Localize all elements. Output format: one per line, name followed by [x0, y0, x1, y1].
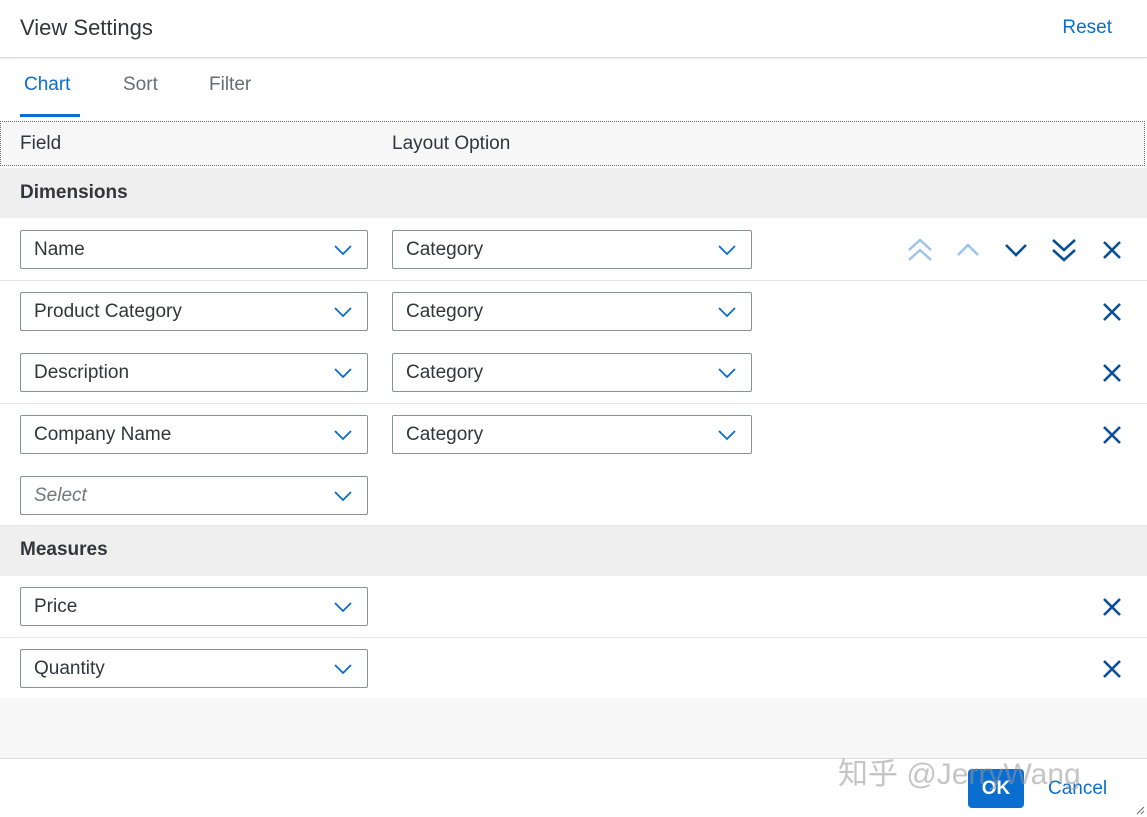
remove-icon[interactable]: [1098, 359, 1126, 387]
tab-filter[interactable]: Filter: [209, 74, 251, 96]
column-header-field: Field: [20, 133, 62, 154]
tab-sort[interactable]: Sort: [123, 74, 158, 96]
tab-chart[interactable]: Chart: [24, 74, 70, 96]
field-select-value: Name: [34, 239, 85, 260]
remove-icon[interactable]: [1098, 298, 1126, 326]
layout-option-value: Category: [406, 424, 484, 445]
chevron-down-icon: [334, 491, 352, 502]
layout-option-value: Category: [406, 301, 484, 322]
chevron-down-icon: [718, 368, 736, 379]
dimension-row-new: Select: [0, 465, 1147, 526]
ok-button[interactable]: OK: [968, 769, 1024, 808]
column-header-layout-option: Layout Option: [392, 133, 511, 154]
remove-icon[interactable]: [1098, 593, 1126, 621]
dialog-header: View Settings Reset: [0, 0, 1147, 58]
dimension-row: Product Category Category: [0, 281, 1147, 343]
measure-row: Price: [0, 576, 1147, 638]
chevron-down-icon: [334, 664, 352, 675]
group-label: Dimensions: [20, 182, 128, 203]
remove-icon[interactable]: [1098, 655, 1126, 683]
field-select[interactable]: Price: [20, 587, 368, 626]
field-select-value: Price: [34, 596, 78, 617]
move-down-icon[interactable]: [1002, 236, 1030, 264]
move-up-icon[interactable]: [954, 236, 982, 264]
field-select[interactable]: Description: [20, 353, 368, 392]
measure-row: Quantity: [0, 638, 1147, 698]
chevron-down-icon: [334, 368, 352, 379]
chevron-down-icon: [718, 245, 736, 256]
select-placeholder: Select: [34, 485, 87, 506]
chevron-down-icon: [334, 307, 352, 318]
chevron-down-icon: [334, 602, 352, 613]
resize-handle-icon[interactable]: [1135, 805, 1145, 815]
field-select[interactable]: Name: [20, 230, 368, 269]
reset-button[interactable]: Reset: [1062, 17, 1112, 39]
layout-option-select[interactable]: Category: [392, 415, 752, 454]
tab-bar: Chart Sort Filter: [0, 58, 1147, 120]
chevron-down-icon: [334, 245, 352, 256]
layout-option-select[interactable]: Category: [392, 353, 752, 392]
field-select[interactable]: Company Name: [20, 415, 368, 454]
group-header-dimensions: Dimensions: [0, 168, 1147, 218]
layout-option-select[interactable]: Category: [392, 292, 752, 331]
remove-icon[interactable]: [1098, 236, 1126, 264]
move-to-bottom-icon[interactable]: [1050, 236, 1078, 264]
content-empty-area: [0, 698, 1147, 758]
chevron-down-icon: [334, 430, 352, 441]
chevron-down-icon: [718, 430, 736, 441]
view-settings-dialog: View Settings Reset Chart Sort Filter Fi…: [0, 0, 1147, 817]
layout-option-select[interactable]: Category: [392, 230, 752, 269]
column-header-row: Field Layout Option: [0, 121, 1145, 166]
layout-option-value: Category: [406, 362, 484, 383]
cancel-button[interactable]: Cancel: [1048, 778, 1107, 800]
chevron-down-icon: [718, 307, 736, 318]
field-select-value: Company Name: [34, 424, 172, 445]
dimension-row: Name Category: [0, 219, 1147, 281]
layout-option-value: Category: [406, 239, 484, 260]
remove-icon[interactable]: [1098, 421, 1126, 449]
move-to-top-icon[interactable]: [906, 236, 934, 264]
field-select-value: Product Category: [34, 301, 182, 322]
field-select[interactable]: Quantity: [20, 649, 368, 688]
group-label: Measures: [20, 539, 108, 560]
add-dimension-select[interactable]: Select: [20, 476, 368, 515]
group-header-measures: Measures: [0, 526, 1147, 576]
field-select-value: Quantity: [34, 658, 105, 679]
field-select-value: Description: [34, 362, 130, 383]
dialog-footer: OK Cancel 知乎 @JerryWang: [0, 758, 1147, 817]
dimension-row: Company Name Category: [0, 404, 1147, 466]
dimension-row: Description Category: [0, 342, 1147, 404]
field-select[interactable]: Product Category: [20, 292, 368, 331]
dialog-title: View Settings: [20, 15, 153, 40]
active-tab-indicator: [20, 114, 80, 117]
